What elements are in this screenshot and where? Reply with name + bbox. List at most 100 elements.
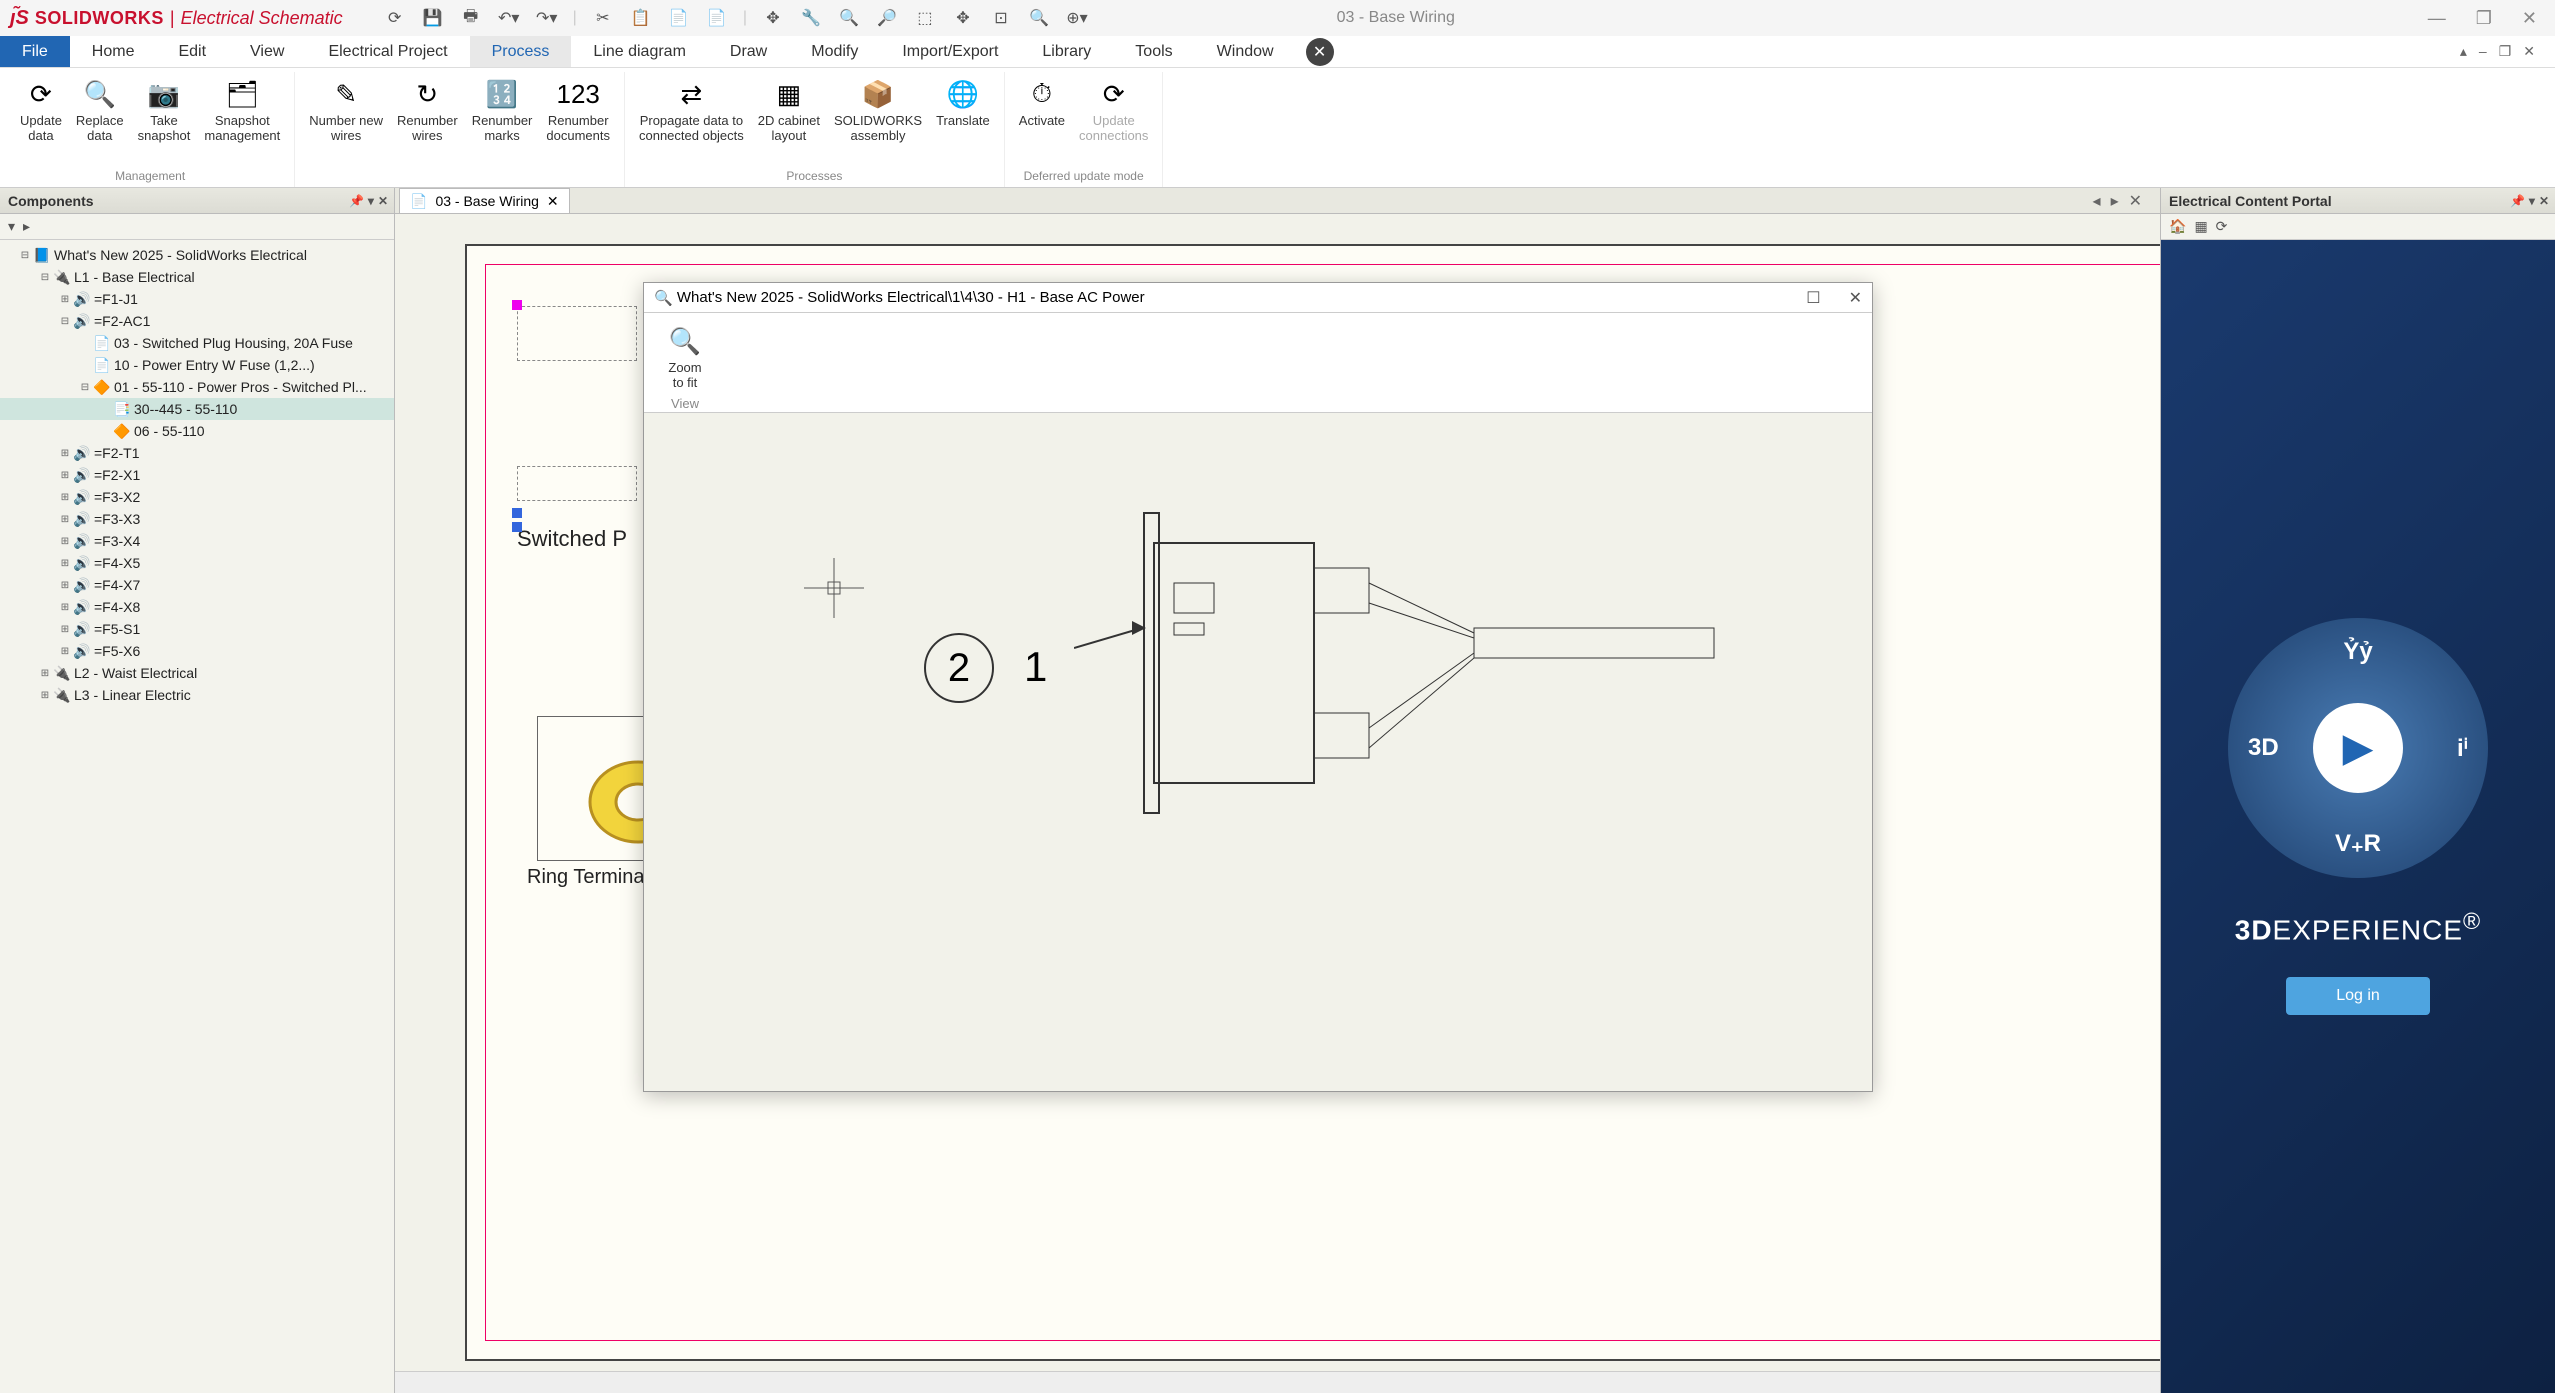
menu-close-button[interactable]: ✕: [1306, 38, 1334, 66]
tree-node[interactable]: ⊞🔊=F3-X4: [0, 530, 394, 552]
zoom-fit-icon[interactable]: ⊡: [989, 6, 1013, 30]
menu-line-diagram[interactable]: Line diagram: [571, 36, 708, 67]
minimize-icon[interactable]: —: [2428, 8, 2446, 29]
undo-icon[interactable]: ↶▾: [497, 6, 521, 30]
customize-icon[interactable]: ⊕▾: [1065, 6, 1089, 30]
menu-draw[interactable]: Draw: [708, 36, 789, 67]
menu-library[interactable]: Library: [1020, 36, 1113, 67]
panel-pin-icon[interactable]: 📌: [349, 194, 364, 208]
doc-tab-close-icon[interactable]: ✕: [547, 193, 559, 210]
tree-node[interactable]: ⊟🔌L1 - Base Electrical: [0, 266, 394, 288]
ribbon-activate[interactable]: ⏱Activate: [1013, 72, 1071, 167]
ribbon-snapshot-management[interactable]: 🗂Snapshot management: [198, 72, 286, 167]
zoom-in-icon[interactable]: 🔍: [837, 6, 861, 30]
play-icon[interactable]: ▶: [2313, 703, 2403, 793]
ribbon-propagate-data-to-connected-objects[interactable]: ⇄Propagate data to connected objects: [633, 72, 750, 167]
tree-node[interactable]: ⊞🔊=F4-X8: [0, 596, 394, 618]
redo-icon[interactable]: ↷▾: [535, 6, 559, 30]
tree-node[interactable]: ⊞🔊=F1-J1: [0, 288, 394, 310]
zoom-out-icon[interactable]: 🔎: [875, 6, 899, 30]
drawing-canvas[interactable]: Switched P VER 39-0 39-0 Female Connec F…: [395, 214, 2160, 1371]
ribbon-translate[interactable]: 🌐Translate: [930, 72, 996, 167]
tree-collapse-icon[interactable]: ▸: [23, 218, 30, 235]
panel-close-icon[interactable]: ✕: [378, 194, 388, 208]
child-close-icon[interactable]: ✕: [2523, 43, 2535, 60]
ribbon-take-snapshot[interactable]: 📷Take snapshot: [132, 72, 197, 167]
move-icon[interactable]: ✥: [761, 6, 785, 30]
pan-icon[interactable]: ✥: [951, 6, 975, 30]
home-icon[interactable]: 🏠: [2169, 218, 2186, 235]
tree-node[interactable]: ⊞🔊=F4-X7: [0, 574, 394, 596]
tree-node[interactable]: ⊞🔊=F5-S1: [0, 618, 394, 640]
child-restore-icon[interactable]: ❐: [2499, 43, 2512, 60]
tree-node[interactable]: ⊟📘What's New 2025 - SolidWorks Electrica…: [0, 244, 394, 266]
menu-process[interactable]: Process: [470, 36, 572, 67]
menu-window[interactable]: Window: [1195, 36, 1296, 67]
tab-next-icon[interactable]: ▸: [2111, 191, 2119, 211]
tree-node[interactable]: 📑30--445 - 55-110: [0, 398, 394, 420]
tab-prev-icon[interactable]: ◂: [2093, 191, 2101, 211]
save-icon[interactable]: 💾: [421, 6, 445, 30]
maximize-icon[interactable]: ❐: [2476, 8, 2492, 29]
horizontal-scrollbar[interactable]: [395, 1371, 2160, 1393]
doc-tab-base-wiring[interactable]: 📄 03 - Base Wiring ✕: [399, 188, 570, 213]
tree-node[interactable]: ⊞🔊=F3-X2: [0, 486, 394, 508]
tree-node[interactable]: ⊟🔶01 - 55-110 - Power Pros - Switched Pl…: [0, 376, 394, 398]
ribbon-renumber-marks[interactable]: 🔢Renumber marks: [466, 72, 539, 181]
tree-node[interactable]: ⊞🔌L3 - Linear Electric: [0, 684, 394, 706]
panel-dropdown-icon[interactable]: ▾: [368, 194, 374, 208]
menu-modify[interactable]: Modify: [789, 36, 880, 67]
tree-expand-icon[interactable]: ▾: [8, 218, 15, 235]
child-minimize-icon[interactable]: –: [2479, 43, 2487, 60]
collapse-ribbon-icon[interactable]: ▴: [2460, 43, 2467, 60]
menu-tools[interactable]: Tools: [1113, 36, 1194, 67]
menu-edit[interactable]: Edit: [156, 36, 228, 67]
popup-canvas[interactable]: 2 1: [644, 413, 1872, 1091]
tree-node[interactable]: ⊞🔊=F5-X6: [0, 640, 394, 662]
popup-close-icon[interactable]: ✕: [1849, 288, 1862, 308]
refresh-portal-icon[interactable]: ⟳: [2216, 218, 2228, 235]
popup-maximize-icon[interactable]: ☐: [1806, 288, 1820, 308]
tree-node[interactable]: 🔶06 - 55-110: [0, 420, 394, 442]
tree-node[interactable]: 📄10 - Power Entry W Fuse (1,2...): [0, 354, 394, 376]
zoom-window-icon[interactable]: ⬚: [913, 6, 937, 30]
portal-close-icon[interactable]: ✕: [2539, 194, 2549, 208]
menu-electrical-project[interactable]: Electrical Project: [306, 36, 469, 67]
ribbon-solidworks-assembly[interactable]: 📦SOLIDWORKS assembly: [828, 72, 928, 167]
ribbon-2d-cabinet-layout[interactable]: ▦2D cabinet layout: [752, 72, 826, 167]
grid-icon[interactable]: ▦: [2194, 218, 2207, 235]
ribbon-number-new-wires[interactable]: ✎Number new wires: [303, 72, 389, 181]
compass-icon[interactable]: Ỷỷ 3D iⁱ V₊R ▶: [2228, 618, 2488, 878]
refresh-icon[interactable]: ⟳: [383, 6, 407, 30]
tree-node[interactable]: ⊞🔊=F2-X1: [0, 464, 394, 486]
ribbon-renumber-wires[interactable]: ↻Renumber wires: [391, 72, 464, 181]
ribbon-update-data[interactable]: ⟳Update data: [14, 72, 68, 167]
paste-icon[interactable]: 📄: [667, 6, 691, 30]
tree-node[interactable]: ⊞🔊=F3-X3: [0, 508, 394, 530]
menu-view[interactable]: View: [228, 36, 306, 67]
login-button[interactable]: Log in: [2286, 977, 2430, 1015]
copy-icon[interactable]: 📋: [629, 6, 653, 30]
paste-special-icon[interactable]: 📄: [705, 6, 729, 30]
ribbon-replace-data[interactable]: 🔍Replace data: [70, 72, 130, 167]
menu-home[interactable]: Home: [70, 36, 157, 67]
cut-icon[interactable]: ✂: [591, 6, 615, 30]
portal-pin-icon[interactable]: 📌: [2510, 194, 2525, 208]
search-icon[interactable]: 🔍: [1027, 6, 1051, 30]
ribbon-renumber-documents[interactable]: 123Renumber documents: [540, 72, 616, 181]
menu-file[interactable]: File: [0, 36, 70, 67]
tree-node[interactable]: ⊟🔊=F2-AC1: [0, 310, 394, 332]
print-icon[interactable]: 🖶: [459, 6, 483, 30]
portal-dropdown-icon[interactable]: ▾: [2529, 194, 2535, 208]
popup-titlebar[interactable]: 🔍 What's New 2025 - SolidWorks Electrica…: [644, 283, 1872, 313]
menu-import-export[interactable]: Import/Export: [880, 36, 1020, 67]
tab-close-all-icon[interactable]: ✕: [2129, 191, 2142, 211]
tree-node[interactable]: ⊞🔊=F4-X5: [0, 552, 394, 574]
close-icon[interactable]: ✕: [2522, 8, 2537, 29]
tool-icon[interactable]: 🔧: [799, 6, 823, 30]
tree-node[interactable]: ⊞🔌L2 - Waist Electrical: [0, 662, 394, 684]
components-tree[interactable]: ⊟📘What's New 2025 - SolidWorks Electrica…: [0, 240, 394, 1393]
tree-node[interactable]: ⊞🔊=F2-T1: [0, 442, 394, 464]
tree-node[interactable]: 📄03 - Switched Plug Housing, 20A Fuse: [0, 332, 394, 354]
zoom-fit-button[interactable]: 🔍 Zoom to fit View: [650, 319, 720, 416]
